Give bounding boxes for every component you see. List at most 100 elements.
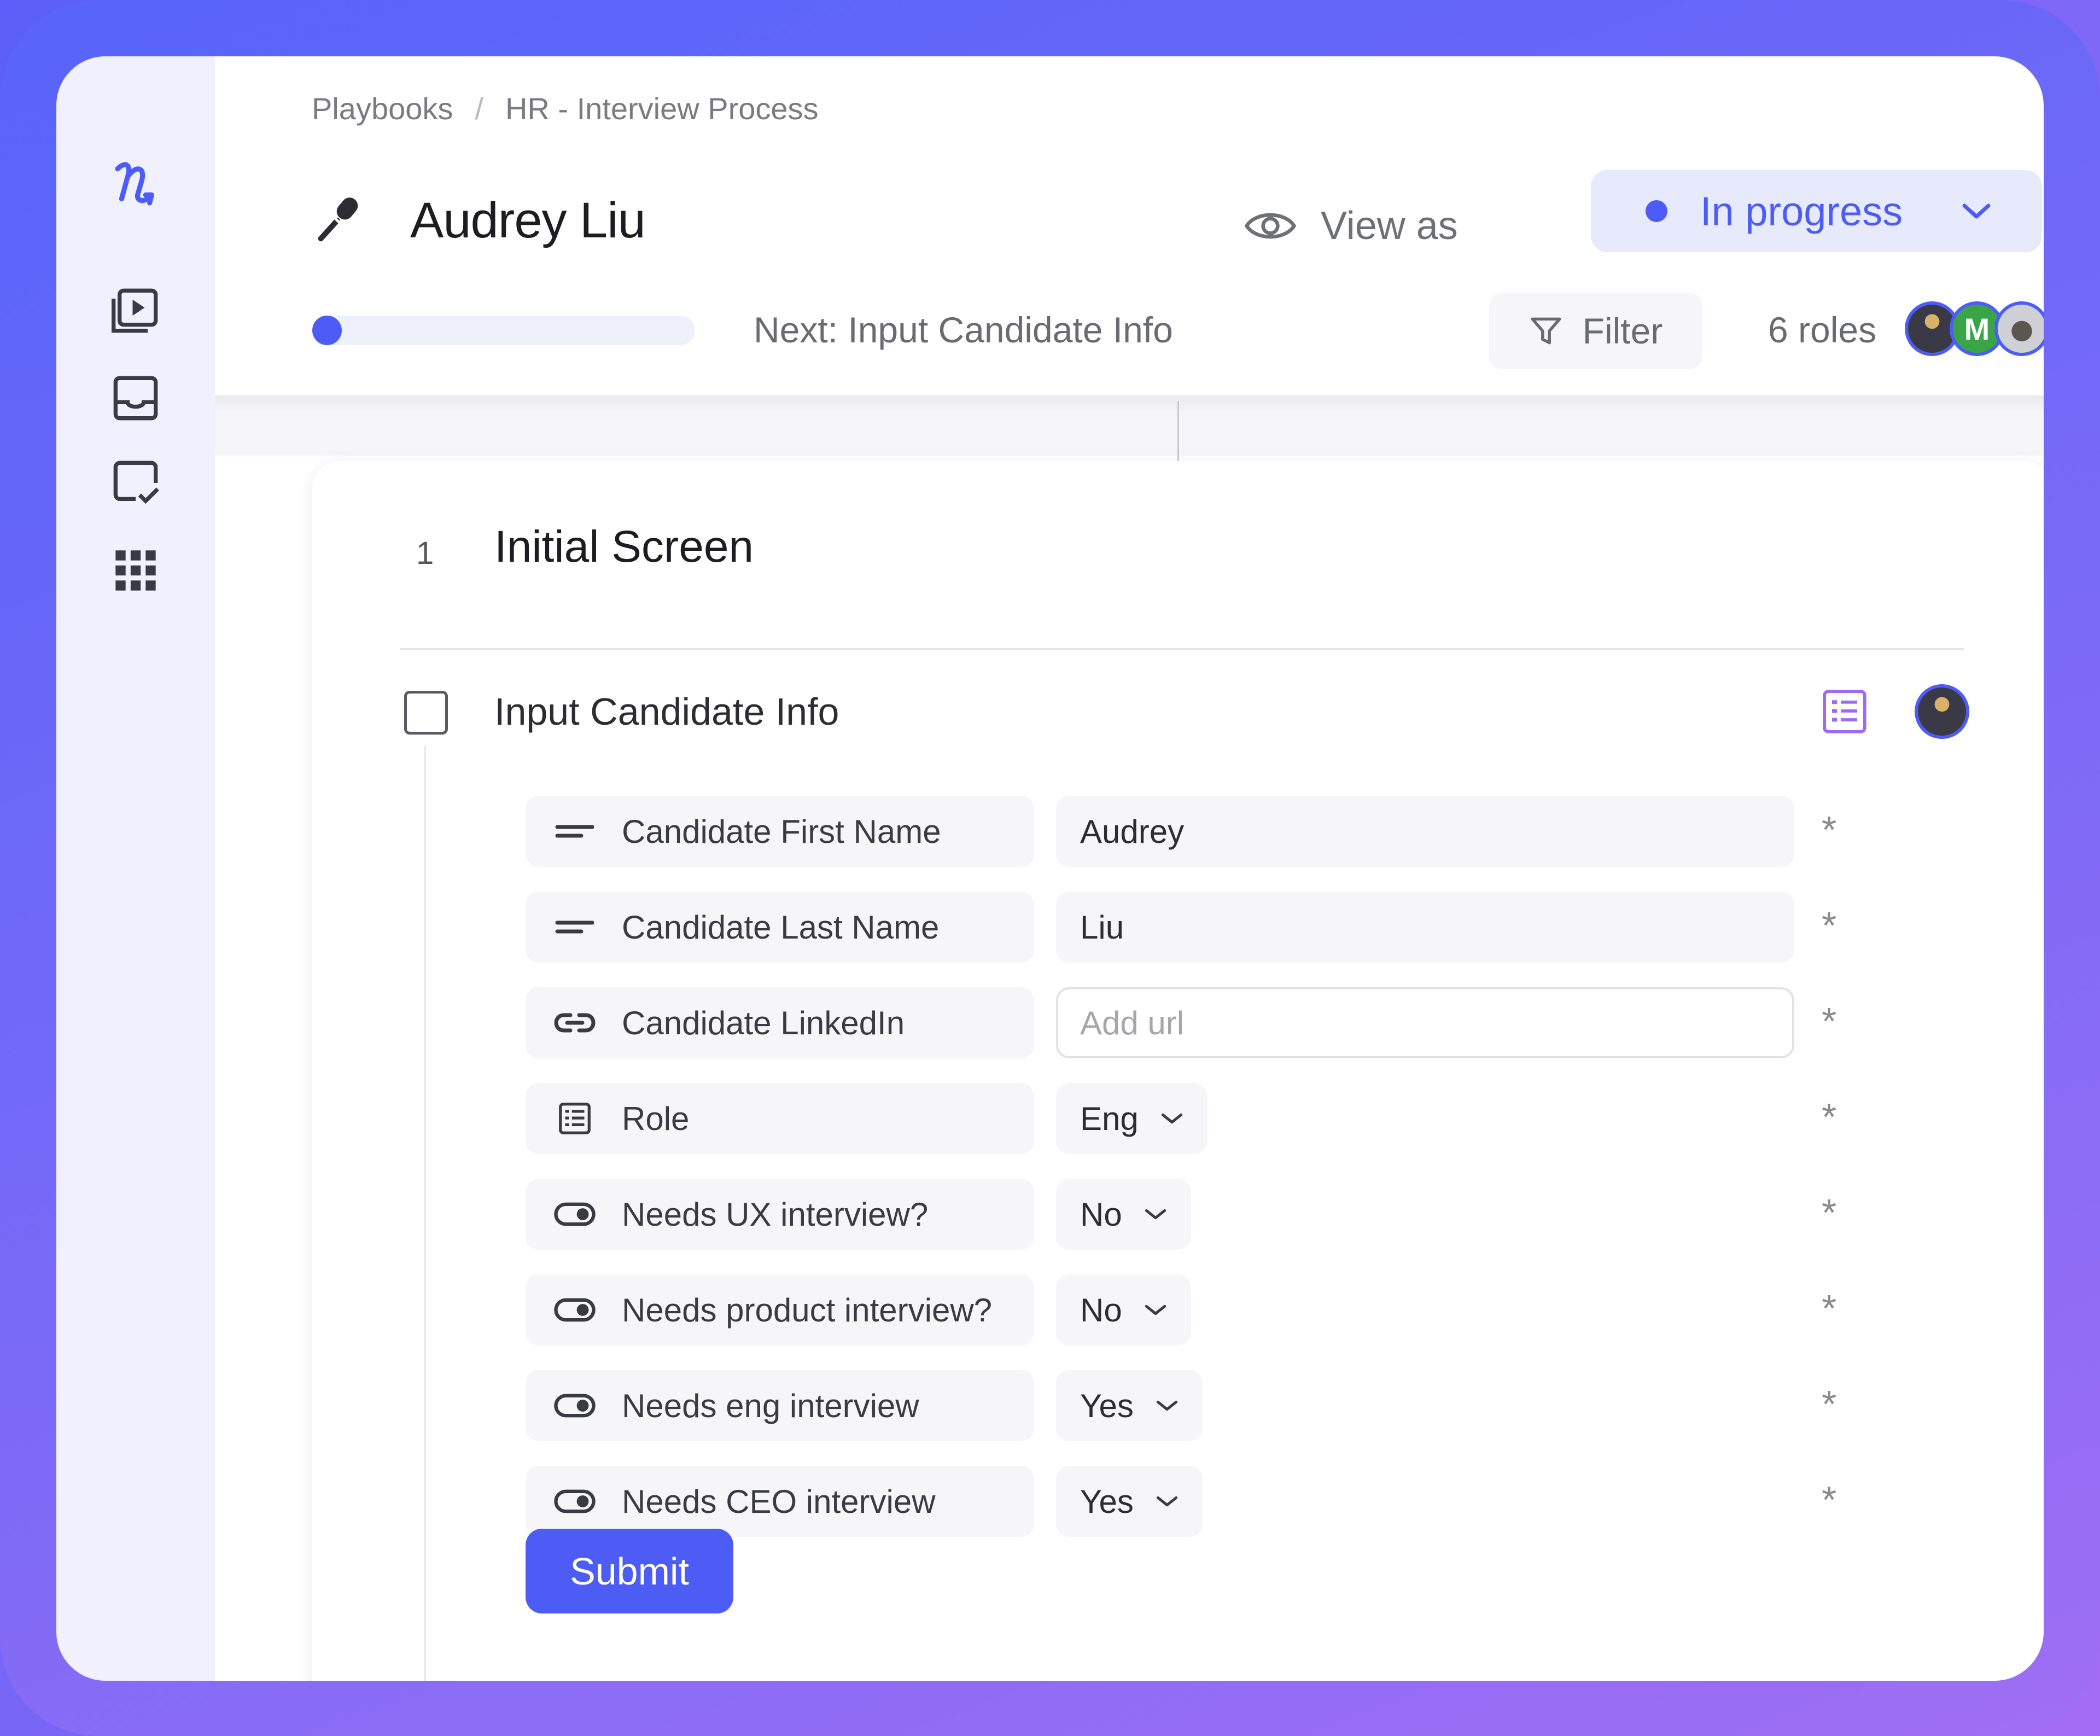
ux-interview-select[interactable]: No [1056, 1179, 1191, 1250]
task-assignee-avatar[interactable] [1915, 684, 1969, 739]
progress-bar [312, 316, 695, 345]
playbooks-icon[interactable] [106, 281, 166, 341]
field-label: Role [526, 1083, 1034, 1154]
chevron-down-icon [1962, 203, 1991, 219]
required-marker: * [1822, 1191, 1837, 1234]
task-guide-line [424, 745, 426, 1681]
microphone-icon [318, 197, 358, 242]
flow-connector [1177, 401, 1179, 461]
app-window: Playbooks / HR - Interview Process Audre… [56, 56, 2044, 1681]
first-name-field[interactable]: Audrey [1056, 796, 1794, 867]
short-text-icon [555, 921, 594, 934]
link-icon [554, 1013, 596, 1033]
short-text-icon [555, 825, 594, 838]
field-label-text: Candidate Last Name [622, 908, 940, 946]
field-label-text: Candidate First Name [622, 813, 941, 850]
filter-icon [1531, 317, 1561, 345]
filter-label: Filter [1582, 311, 1663, 351]
progress-fill [312, 316, 342, 345]
chevron-down-icon [1161, 1113, 1182, 1124]
task-checkbox[interactable] [404, 691, 448, 735]
task-title[interactable]: Input Candidate Info [494, 690, 839, 733]
chevron-down-icon [1145, 1209, 1166, 1220]
eye-icon [1244, 213, 1297, 239]
required-marker: * [1822, 1287, 1837, 1330]
field-label: Needs UX interview? [526, 1179, 1034, 1250]
section-title: Initial Screen [494, 522, 754, 572]
eng-interview-select[interactable]: Yes [1056, 1370, 1203, 1441]
section-card: 1 Initial Screen Input Candidate Info Ca… [312, 461, 2044, 1681]
field-label-text: Candidate LinkedIn [622, 1004, 905, 1041]
header-divider [215, 395, 2044, 456]
required-marker: * [1822, 1478, 1837, 1521]
app-logo-icon[interactable] [106, 155, 166, 215]
page-title: Audrey Liu [410, 192, 646, 248]
field-row-ceo-interview: Needs CEO interview Yes * [526, 1466, 1893, 1537]
eng-interview-value: Yes [1080, 1387, 1134, 1424]
field-label: Candidate First Name [526, 796, 1034, 867]
inbox-icon[interactable] [106, 368, 166, 428]
field-label: Candidate LinkedIn [526, 987, 1034, 1058]
main-content: Playbooks / HR - Interview Process Audre… [215, 56, 2044, 1681]
ceo-interview-select[interactable]: Yes [1056, 1466, 1203, 1537]
field-label-text: Needs UX interview? [622, 1196, 929, 1233]
chevron-down-icon [1156, 1400, 1178, 1411]
status-label: In progress [1700, 188, 1903, 234]
toggle-icon [554, 1298, 596, 1322]
section-divider [400, 648, 1964, 650]
product-interview-select[interactable]: No [1056, 1274, 1191, 1345]
next-step-label[interactable]: Next: Input Candidate Info [754, 308, 1173, 352]
tasks-icon[interactable] [106, 453, 166, 513]
status-dot [1646, 200, 1667, 222]
toggle-icon [554, 1202, 596, 1226]
field-row-last-name: Candidate Last Name Liu * [526, 892, 1893, 963]
chevron-down-icon [1156, 1496, 1178, 1507]
apps-grid-icon[interactable] [106, 540, 166, 601]
list-icon [559, 1103, 591, 1134]
chevron-down-icon [1145, 1304, 1166, 1315]
required-marker: * [1822, 1383, 1837, 1425]
field-label-text: Needs eng interview [622, 1387, 919, 1424]
submit-button[interactable]: Submit [526, 1529, 733, 1613]
field-label: Needs CEO interview [526, 1466, 1034, 1537]
toggle-icon [554, 1489, 596, 1513]
field-label-text: Role [622, 1100, 690, 1137]
ux-interview-value: No [1080, 1196, 1122, 1233]
field-label: Candidate Last Name [526, 892, 1034, 963]
field-label-text: Needs CEO interview [622, 1483, 936, 1520]
roles-count[interactable]: 6 roles [1768, 308, 1876, 352]
breadcrumb-separator: / [475, 91, 483, 126]
field-label: Needs product interview? [526, 1274, 1034, 1345]
required-marker: * [1822, 1096, 1837, 1138]
field-row-role: Role Eng * [526, 1083, 1893, 1154]
field-row-first-name: Candidate First Name Audrey * [526, 796, 1893, 867]
field-row-ux-interview: Needs UX interview? No * [526, 1179, 1893, 1250]
sidebar [56, 56, 215, 1681]
toggle-icon [554, 1394, 596, 1418]
linkedin-url-input[interactable] [1056, 987, 1794, 1058]
role-select-value: Eng [1080, 1100, 1139, 1137]
section-number: 1 [416, 535, 434, 571]
product-interview-value: No [1080, 1291, 1122, 1329]
title-row: Audrey Liu [312, 177, 646, 264]
role-avatars[interactable]: M [1905, 301, 2044, 362]
view-as-button[interactable]: View as [1243, 188, 1458, 264]
breadcrumb: Playbooks / HR - Interview Process [312, 86, 819, 130]
last-name-field[interactable]: Liu [1056, 892, 1794, 963]
field-row-linkedin: Candidate LinkedIn * [526, 987, 1893, 1058]
status-dropdown[interactable]: In progress [1591, 170, 2042, 252]
breadcrumb-current[interactable]: HR - Interview Process [505, 91, 819, 126]
filter-button[interactable]: Filter [1489, 293, 1702, 369]
required-marker: * [1822, 808, 1837, 851]
required-marker: * [1822, 1000, 1837, 1042]
field-row-product-interview: Needs product interview? No * [526, 1274, 1893, 1345]
view-as-label: View as [1321, 204, 1458, 248]
required-marker: * [1822, 904, 1837, 947]
avatar [1994, 301, 2044, 356]
ceo-interview-value: Yes [1080, 1483, 1134, 1520]
form-list-icon[interactable] [1819, 686, 1870, 737]
role-select[interactable]: Eng [1056, 1083, 1208, 1154]
breadcrumb-playbooks[interactable]: Playbooks [312, 91, 453, 126]
field-label: Needs eng interview [526, 1370, 1034, 1441]
field-row-eng-interview: Needs eng interview Yes * [526, 1370, 1893, 1441]
